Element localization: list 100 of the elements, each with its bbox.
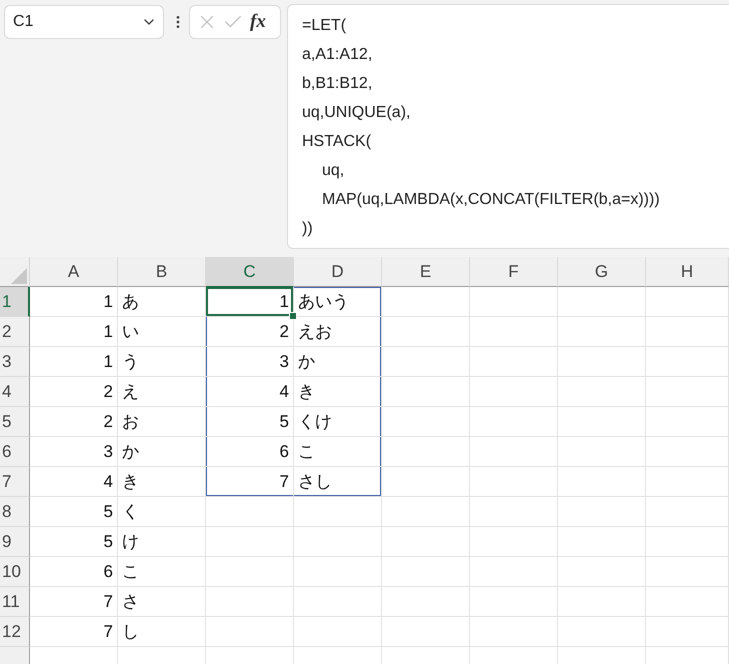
table-cell[interactable] — [470, 317, 558, 347]
table-cell[interactable] — [470, 587, 558, 617]
table-cell[interactable]: き — [118, 467, 206, 497]
table-cell[interactable]: き — [294, 377, 382, 407]
table-cell[interactable]: 6 — [30, 557, 118, 587]
table-cell[interactable]: う — [118, 347, 206, 377]
table-cell[interactable] — [470, 497, 558, 527]
column-header[interactable]: C — [206, 257, 294, 287]
row-header[interactable]: 1 — [0, 287, 30, 317]
table-cell[interactable] — [294, 617, 382, 647]
table-cell[interactable] — [382, 557, 470, 587]
table-cell[interactable]: 5 — [30, 527, 118, 557]
table-cell[interactable] — [646, 617, 729, 647]
table-cell[interactable] — [646, 407, 729, 437]
table-cell[interactable]: こ — [118, 557, 206, 587]
table-cell[interactable] — [294, 587, 382, 617]
table-cell[interactable] — [646, 377, 729, 407]
table-cell[interactable] — [470, 407, 558, 437]
table-cell[interactable]: 4 — [30, 467, 118, 497]
table-cell[interactable] — [470, 377, 558, 407]
table-cell[interactable]: 1 — [30, 287, 118, 317]
table-cell[interactable] — [206, 587, 294, 617]
select-all-corner[interactable] — [0, 257, 30, 287]
table-cell[interactable]: えお — [294, 317, 382, 347]
table-cell[interactable] — [382, 617, 470, 647]
table-cell[interactable] — [470, 527, 558, 557]
row-header[interactable]: 5 — [0, 407, 30, 437]
table-cell[interactable] — [558, 497, 646, 527]
table-cell[interactable]: 1 — [30, 317, 118, 347]
table-cell[interactable] — [558, 617, 646, 647]
table-cell[interactable]: あ — [118, 287, 206, 317]
table-cell[interactable]: 7 — [30, 587, 118, 617]
table-cell[interactable]: か — [118, 437, 206, 467]
table-cell[interactable] — [382, 377, 470, 407]
table-cell[interactable] — [382, 467, 470, 497]
table-cell[interactable] — [558, 377, 646, 407]
table-cell[interactable]: け — [118, 527, 206, 557]
column-header[interactable]: A — [30, 257, 118, 287]
table-cell[interactable] — [294, 527, 382, 557]
table-cell[interactable] — [558, 317, 646, 347]
table-cell[interactable] — [470, 347, 558, 377]
row-header[interactable]: 8 — [0, 497, 30, 527]
table-cell[interactable] — [646, 287, 729, 317]
table-cell[interactable] — [382, 497, 470, 527]
table-cell[interactable] — [558, 437, 646, 467]
table-cell[interactable] — [558, 467, 646, 497]
column-header[interactable]: D — [294, 257, 382, 287]
insert-function-button[interactable]: fx — [250, 11, 266, 33]
column-header[interactable]: B — [118, 257, 206, 287]
table-cell[interactable]: 3 — [30, 437, 118, 467]
table-cell[interactable]: 5 — [30, 497, 118, 527]
table-cell[interactable] — [470, 467, 558, 497]
table-cell[interactable] — [646, 467, 729, 497]
table-cell[interactable] — [382, 407, 470, 437]
row-header[interactable]: 2 — [0, 317, 30, 347]
table-cell[interactable] — [646, 317, 729, 347]
table-cell[interactable]: さ — [118, 587, 206, 617]
table-cell[interactable]: お — [118, 407, 206, 437]
table-cell[interactable] — [558, 587, 646, 617]
table-cell[interactable]: 4 — [206, 377, 294, 407]
column-header[interactable]: E — [382, 257, 470, 287]
table-cell[interactable] — [206, 617, 294, 647]
table-cell[interactable]: くけ — [294, 407, 382, 437]
table-cell[interactable]: 7 — [30, 617, 118, 647]
table-cell[interactable]: く — [118, 497, 206, 527]
table-cell[interactable] — [470, 437, 558, 467]
table-cell[interactable] — [470, 557, 558, 587]
row-header[interactable]: 11 — [0, 587, 30, 617]
table-cell[interactable]: え — [118, 377, 206, 407]
formula-bar[interactable]: =LET( a,A1:A12, b,B1:B12, uq,UNIQUE(a), HSTACK( uq, MAP(uq,LAMBDA(x,CONCAT(FILTER(b,a=x)))) )) — [287, 4, 729, 249]
table-cell[interactable] — [382, 527, 470, 557]
table-cell[interactable]: こ — [294, 437, 382, 467]
row-header[interactable]: 9 — [0, 527, 30, 557]
table-cell[interactable] — [382, 587, 470, 617]
table-cell[interactable] — [382, 437, 470, 467]
table-cell[interactable] — [294, 497, 382, 527]
table-cell[interactable] — [646, 497, 729, 527]
table-cell[interactable] — [206, 527, 294, 557]
table-cell[interactable] — [558, 527, 646, 557]
table-cell[interactable] — [558, 287, 646, 317]
table-cell[interactable] — [382, 317, 470, 347]
table-cell[interactable]: あいう — [294, 287, 382, 317]
table-cell[interactable]: 2 — [30, 377, 118, 407]
row-header[interactable]: 10 — [0, 557, 30, 587]
row-header[interactable]: 3 — [0, 347, 30, 377]
table-cell[interactable]: 2 — [206, 317, 294, 347]
table-cell[interactable]: 7 — [206, 467, 294, 497]
table-cell[interactable]: 2 — [30, 407, 118, 437]
table-cell[interactable] — [470, 617, 558, 647]
table-cell[interactable] — [558, 557, 646, 587]
table-cell[interactable]: さし — [294, 467, 382, 497]
table-cell[interactable] — [470, 287, 558, 317]
table-cell[interactable]: 3 — [206, 347, 294, 377]
row-header[interactable]: 12 — [0, 617, 30, 647]
table-cell[interactable]: 1 — [206, 287, 294, 317]
table-cell[interactable] — [206, 497, 294, 527]
table-cell[interactable] — [294, 557, 382, 587]
table-cell[interactable] — [646, 437, 729, 467]
column-header[interactable]: G — [558, 257, 646, 287]
table-cell[interactable]: 5 — [206, 407, 294, 437]
